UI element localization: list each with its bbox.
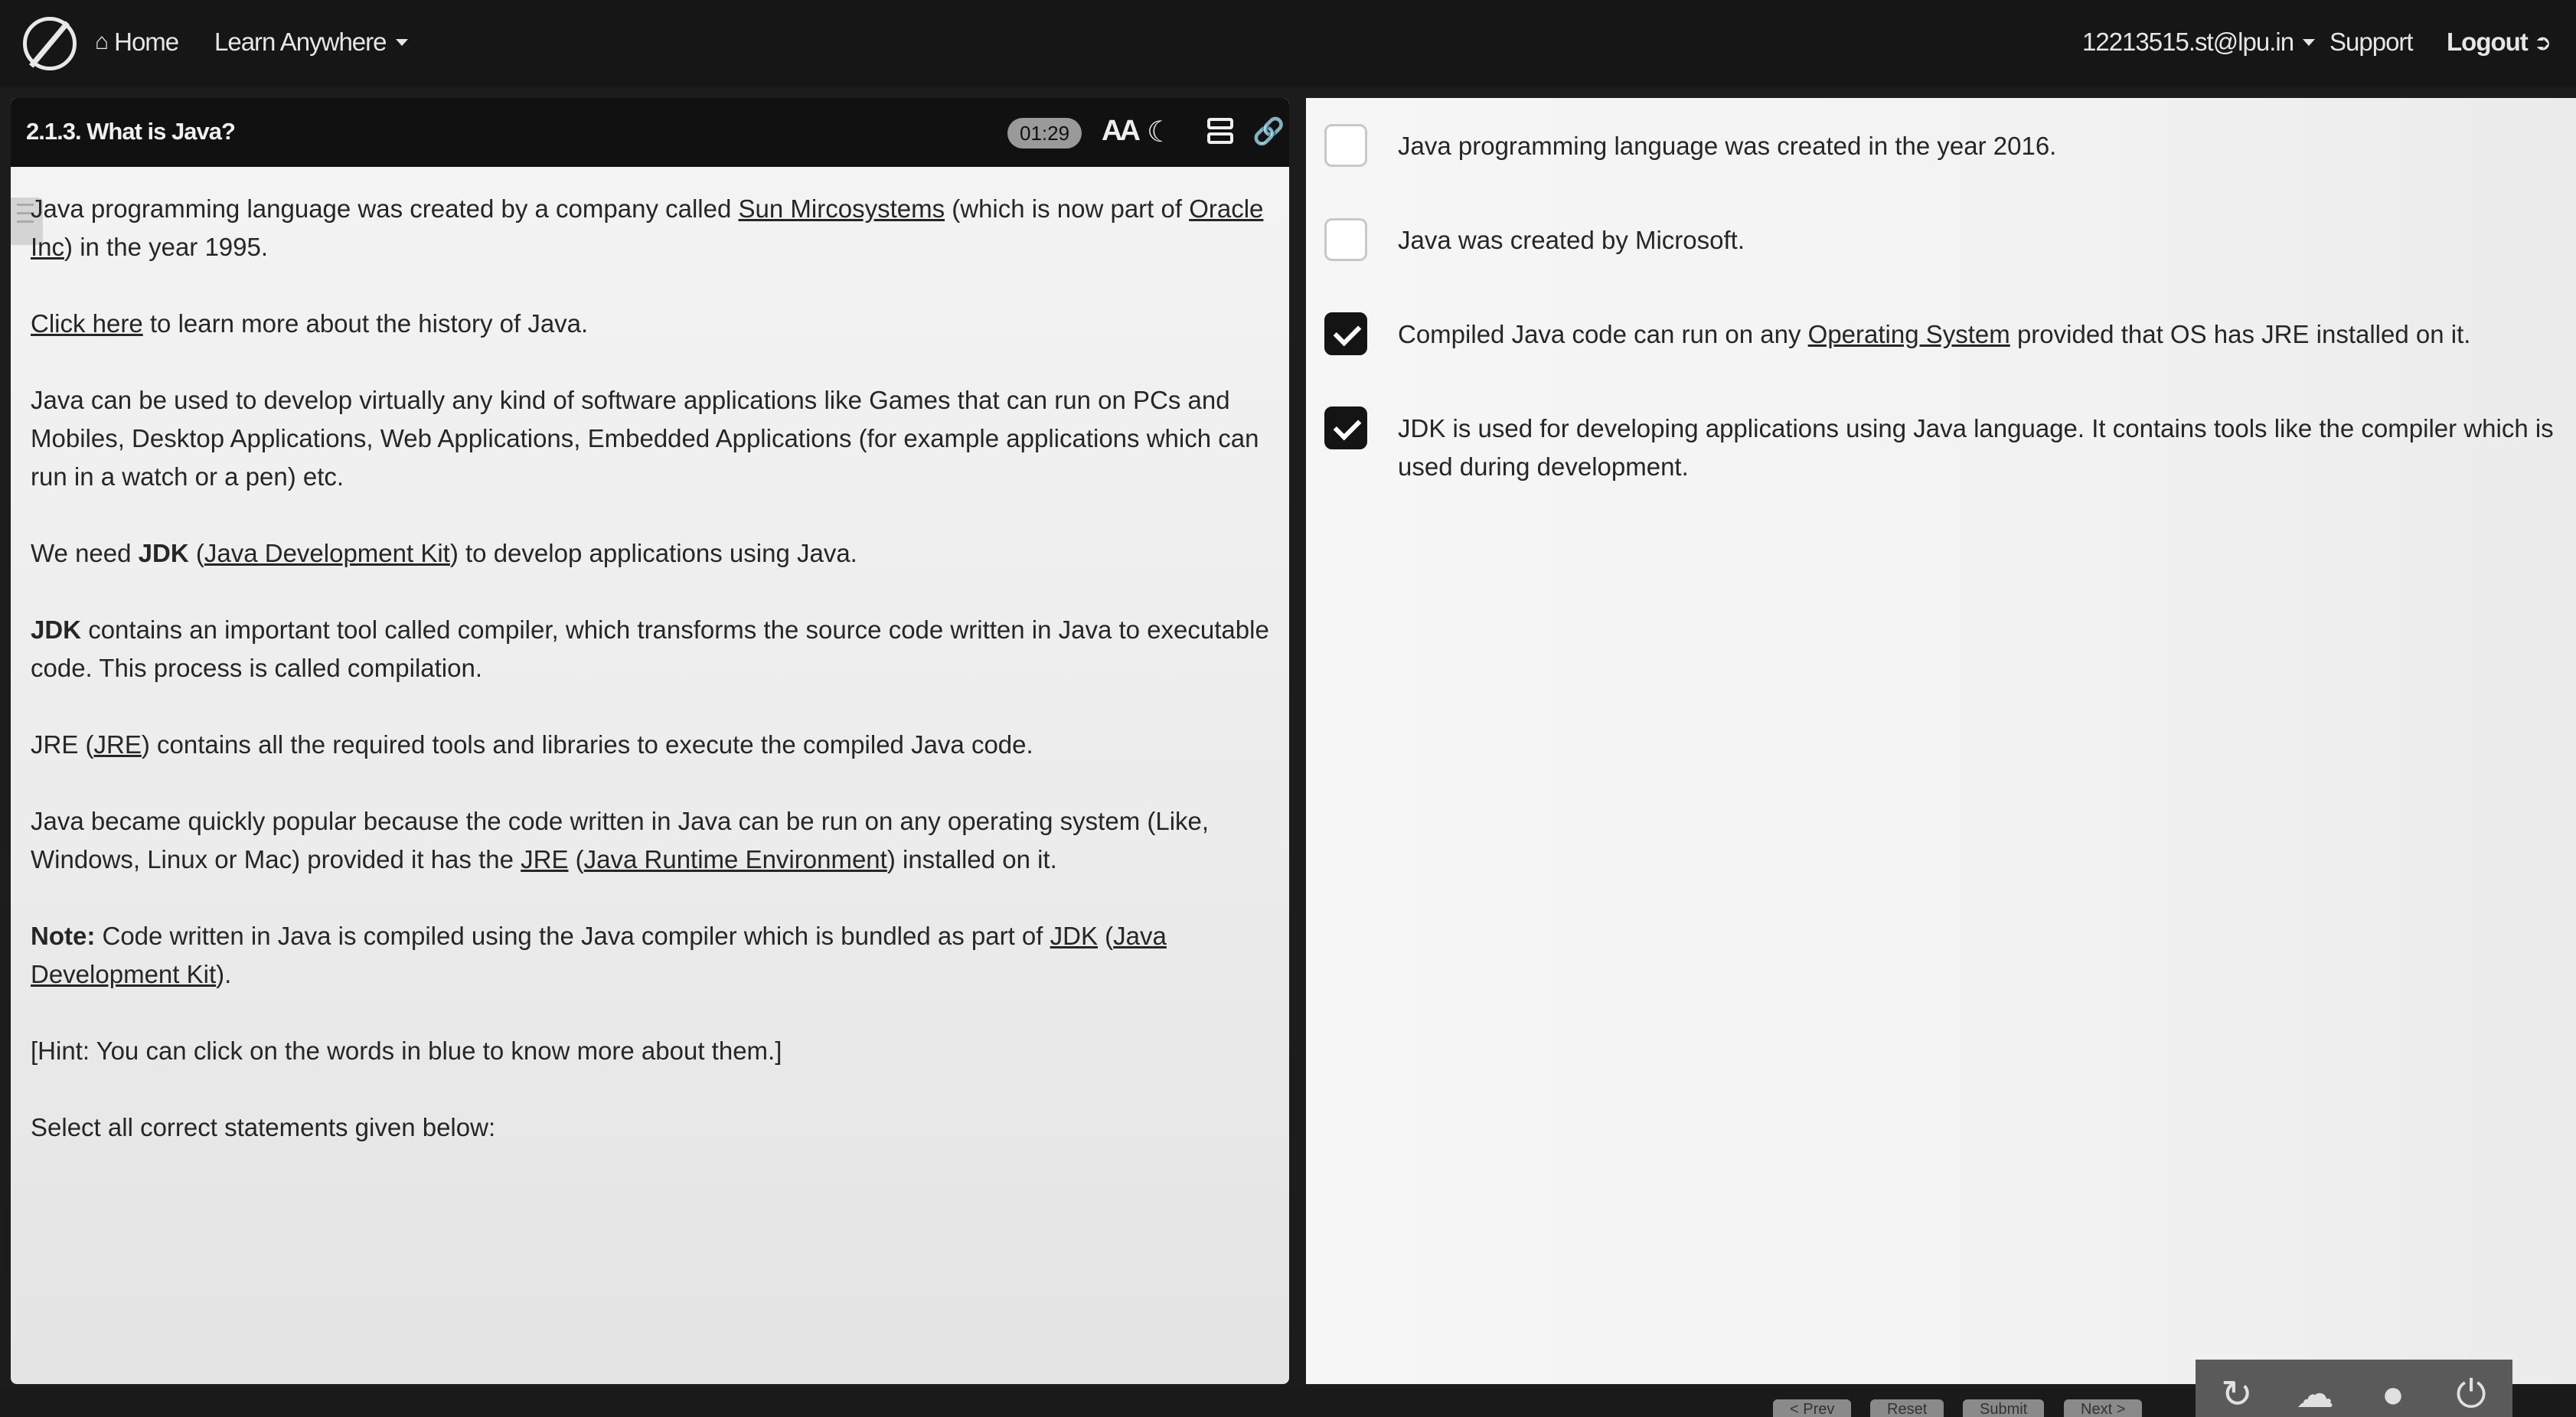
link-java-runtime-environment[interactable]: Java Runtime Environment (584, 845, 887, 873)
font-size-icon[interactable]: AA (1102, 115, 1141, 148)
link-operating-system[interactable]: Operating System (1808, 320, 2010, 348)
logout-icon: ➲ (2533, 30, 2552, 54)
link-jdk[interactable]: Java Development Kit (204, 539, 450, 567)
logo-icon[interactable] (23, 17, 77, 70)
dark-mode-icon[interactable]: ☾ (1147, 115, 1173, 149)
options-panel: Java programming language was created in… (1306, 98, 2576, 1384)
cloud-icon[interactable]: ☁ (2274, 1360, 2356, 1417)
link-icon[interactable]: 🔗 (1252, 116, 1285, 147)
chevron-down-icon (395, 38, 408, 46)
option-label: JDK is used for developing applications … (1398, 414, 2554, 481)
paragraph: We need JDK (Java Development Kit) to de… (31, 539, 857, 567)
paragraph: Java can be used to develop virtually an… (31, 386, 1259, 491)
home-icon: ⌂ (95, 29, 109, 54)
nav-support[interactable]: Support (2330, 28, 2414, 57)
lesson-panel: 2.1.3. What is Java? 01:29 AA ☾ 🔗 Java p… (11, 98, 1289, 1384)
power-icon[interactable]: ⏻ (2430, 1360, 2512, 1417)
option-checkbox[interactable] (1324, 312, 1367, 355)
link-click-here[interactable]: Click here (31, 309, 143, 338)
refresh-icon[interactable]: ↻ (2196, 1360, 2278, 1417)
logout-button[interactable]: Logout ➲ (2447, 28, 2552, 57)
bottom-bar (0, 1387, 2576, 1417)
paragraph: Java programming language was created by… (31, 194, 1264, 261)
nav-home[interactable]: ⌂ Home (95, 28, 179, 57)
reset-button[interactable]: Reset (1870, 1399, 1944, 1417)
timer-badge: 01:29 (1007, 118, 1082, 149)
paragraph: Note: Code written in Java is compiled u… (31, 922, 1167, 988)
option-3[interactable]: Compiled Java code can run on any Operat… (1324, 312, 2561, 355)
prev-button[interactable]: < Prev (1773, 1399, 1852, 1417)
top-navbar: ⌂ Home Learn Anywhere 12213515.st@lpu.in… (0, 0, 2576, 87)
paragraph: JRE (JRE) contains all the required tool… (31, 730, 1033, 759)
link-jdk[interactable]: JDK (1050, 922, 1098, 950)
option-checkbox[interactable] (1324, 124, 1367, 167)
option-4[interactable]: JDK is used for developing applications … (1324, 406, 2561, 486)
option-1[interactable]: Java programming language was created in… (1324, 124, 2561, 167)
lesson-header: 2.1.3. What is Java? 01:29 AA ☾ 🔗 (11, 98, 1289, 167)
link-sun-microsystems[interactable]: Sun Mircosystems (739, 194, 945, 223)
paragraph: JDK contains an important tool called co… (31, 615, 1269, 682)
lightbulb-icon[interactable]: ● (2352, 1360, 2434, 1417)
next-button[interactable]: Next > (2064, 1399, 2143, 1417)
option-label: Compiled Java code can run on any Operat… (1398, 320, 2471, 348)
option-2[interactable]: Java was created by Microsoft. (1324, 218, 2561, 261)
lesson-content: Java programming language was created by… (31, 190, 1271, 1185)
question-prompt: Select all correct statements given belo… (31, 1113, 496, 1141)
layout-icon[interactable] (1207, 118, 1233, 145)
link-jre[interactable]: JRE (94, 730, 142, 759)
lesson-title: 2.1.3. What is Java? (26, 118, 236, 145)
link-jre[interactable]: JRE (521, 845, 568, 873)
nav-learn-anywhere[interactable]: Learn Anywhere (214, 28, 408, 57)
option-label: Java programming language was created in… (1398, 132, 2057, 160)
paragraph: Click here to learn more about the histo… (31, 309, 589, 338)
option-label: Java was created by Microsoft. (1398, 226, 1745, 254)
user-menu[interactable]: 12213515.st@lpu.in (2082, 28, 2316, 57)
chevron-down-icon (2303, 38, 2316, 46)
option-checkbox[interactable] (1324, 406, 1367, 449)
hint-text: [Hint: You can click on the words in blu… (31, 1037, 782, 1065)
submit-button[interactable]: Submit (1963, 1399, 2045, 1417)
paragraph: Java became quickly popular because the … (31, 807, 1210, 873)
option-checkbox[interactable] (1324, 218, 1367, 261)
